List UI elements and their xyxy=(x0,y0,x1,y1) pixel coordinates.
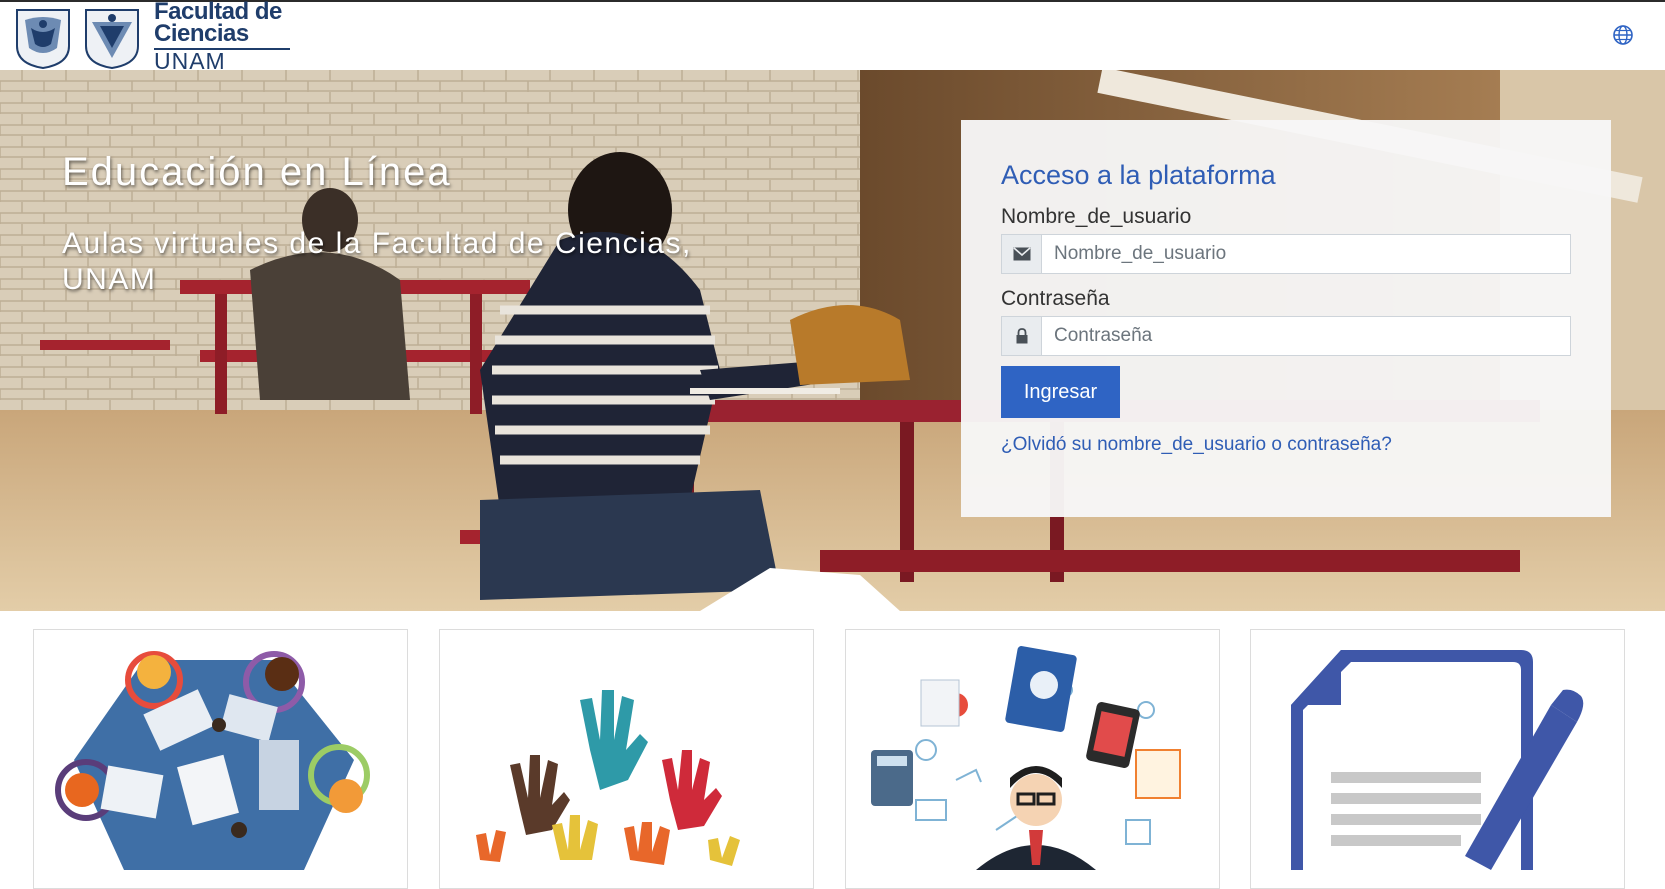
login-heading: Acceso a la plataforma xyxy=(1001,160,1276,190)
password-input[interactable] xyxy=(1041,316,1571,356)
forgot-password-link[interactable]: ¿Olvidó su nombre_de_usuario o contraseñ… xyxy=(1001,434,1571,456)
envelope-icon xyxy=(1001,234,1041,274)
brand-line-3: UNAM xyxy=(154,48,226,74)
lock-icon xyxy=(1001,316,1041,356)
card-document[interactable] xyxy=(1250,629,1625,889)
faculty-crest-logo[interactable] xyxy=(82,6,142,70)
card-collaboration[interactable] xyxy=(33,629,408,889)
hero-subtitle: Aulas virtuales de la Facultad de Cienci… xyxy=(62,227,692,296)
card-hands[interactable] xyxy=(439,629,814,889)
navbar: Facultad de Ciencias UNAM xyxy=(0,0,1665,74)
password-group xyxy=(1001,316,1571,356)
hero-title: Educación en Línea xyxy=(62,150,452,194)
username-input[interactable] xyxy=(1041,234,1571,274)
password-label: Contraseña xyxy=(1001,287,1110,310)
brand-line-2: Ciencias xyxy=(154,20,249,47)
raised-hands-illustration xyxy=(476,690,740,866)
globe-icon[interactable] xyxy=(1612,24,1634,46)
faculty-wordmark[interactable]: Facultad de Ciencias UNAM xyxy=(154,0,292,74)
login-panel: Acceso a la plataforma Nombre_de_usuario… xyxy=(961,120,1611,517)
username-group xyxy=(1001,234,1571,274)
login-button[interactable]: Ingresar xyxy=(1001,366,1120,418)
teacher-tools-illustration xyxy=(871,646,1181,870)
course-cards xyxy=(0,611,1665,889)
card-teacher[interactable] xyxy=(845,629,1220,889)
document-pen-illustration xyxy=(1291,650,1584,870)
unam-crest-logo[interactable] xyxy=(13,6,73,70)
username-label: Nombre_de_usuario xyxy=(1001,205,1192,228)
collaboration-table-illustration xyxy=(55,651,370,870)
